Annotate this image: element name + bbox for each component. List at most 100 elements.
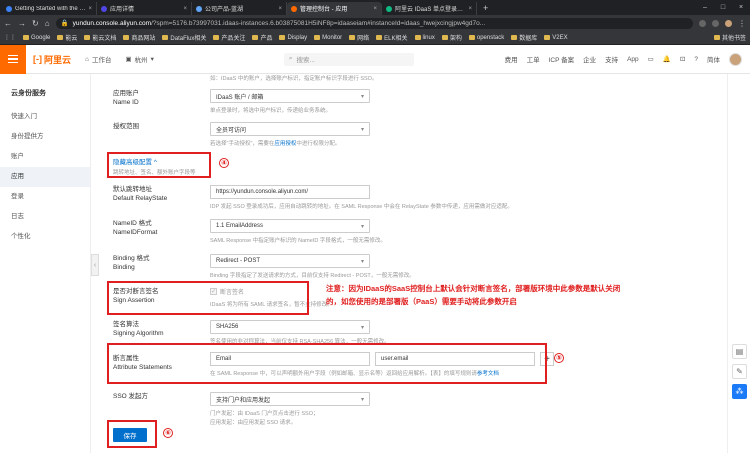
url-input[interactable]: 🔒 yundun.console.aliyun.com/?spm=5176.b7… bbox=[55, 17, 693, 29]
folder-icon bbox=[511, 35, 518, 40]
name-id-format-select[interactable]: 1.1 EmailAddress ▾ bbox=[210, 219, 370, 233]
nav-support[interactable]: 支持 bbox=[605, 54, 618, 64]
bookmark-item[interactable]: ELK相关 bbox=[376, 33, 408, 42]
close-icon[interactable]: × bbox=[373, 6, 377, 12]
browser-tab-5[interactable]: 阿里云 IDaaS 单点登录示例 - 语× bbox=[382, 2, 477, 15]
signing-algorithm-select[interactable]: SHA256 ▾ bbox=[210, 320, 370, 334]
sidebar-item-logs[interactable]: 日志 bbox=[0, 207, 90, 227]
browser-tab-strip: Getting Started with the Conso× 应用详情× 公司… bbox=[0, 0, 750, 15]
binding-select[interactable]: Redirect - POST ▾ bbox=[210, 254, 370, 268]
bookmark-item[interactable]: 能云文档 bbox=[84, 33, 116, 42]
sidebar-item-customize[interactable]: 个性化 bbox=[0, 227, 90, 247]
folder-icon bbox=[23, 35, 29, 40]
browser-tab-3[interactable]: 公司产品-蓝湖 × bbox=[192, 2, 287, 15]
sidebar-item-accounts[interactable]: 账户 bbox=[0, 147, 90, 167]
name-id-select[interactable]: IDaaS 账户 / 邮箱 ▾ bbox=[210, 89, 370, 103]
browser-tab-2[interactable]: 应用详情 × bbox=[97, 2, 192, 15]
new-tab-button[interactable]: + bbox=[477, 2, 494, 15]
relay-state-input[interactable]: https://yundun.console.aliyun.com/ bbox=[210, 185, 370, 199]
sso-initiator-select[interactable]: 支持门户和应用发起 ▾ bbox=[210, 392, 370, 406]
terminal-icon[interactable]: ▭ bbox=[648, 55, 654, 63]
chevron-left-icon: ‹ bbox=[93, 261, 97, 269]
bookmark-item[interactable]: DataFlux相关 bbox=[162, 33, 206, 42]
feedback-icon[interactable]: ▤ bbox=[732, 344, 747, 359]
close-icon[interactable]: × bbox=[183, 6, 187, 12]
bell-icon[interactable]: 🔔 bbox=[663, 55, 671, 63]
bookmark-item[interactable]: openstack bbox=[468, 35, 504, 41]
other-bookmarks[interactable]: 其他书签 bbox=[713, 33, 746, 42]
bookmark-item[interactable]: 产品 bbox=[252, 33, 272, 42]
maximize-icon[interactable]: □ bbox=[714, 4, 732, 11]
bookmark-item[interactable]: 数据库 bbox=[511, 33, 537, 42]
sidebar-collapse-handle[interactable]: ‹ bbox=[91, 254, 99, 276]
aliyun-logo[interactable]: [-] 阿里云 bbox=[33, 53, 71, 66]
minimize-icon[interactable]: – bbox=[696, 4, 714, 11]
browser-tab-1[interactable]: Getting Started with the Conso× bbox=[2, 2, 97, 15]
chat-icon[interactable]: ✎ bbox=[732, 364, 747, 379]
logo-icon: [-] bbox=[33, 54, 42, 64]
reload-icon[interactable]: ↻ bbox=[32, 19, 39, 28]
profile-icon[interactable] bbox=[725, 19, 732, 27]
sidebar-item-idp[interactable]: 身份提供方 bbox=[0, 127, 90, 147]
console-search-input[interactable]: ⌕ 搜索... bbox=[283, 52, 414, 66]
tab-favicon-icon bbox=[6, 5, 12, 12]
annotation-box-advanced bbox=[107, 152, 211, 178]
chevron-down-icon: ▾ bbox=[360, 324, 364, 331]
main-content: ‹ 如：IDaaS 中的账户，选择账户标识，指定账户标识字段进行 SSO。 应用… bbox=[91, 74, 727, 453]
close-window-icon[interactable]: × bbox=[732, 4, 750, 11]
folder-icon bbox=[544, 35, 551, 40]
app-authorization-link[interactable]: 应用授权 bbox=[274, 141, 296, 147]
bookmark-item[interactable]: 架构 bbox=[441, 33, 462, 42]
scope-row: 授权范围 全员可访问 ▾ 若选择"手动授权"，需要在应用授权中进行权限分配。 bbox=[113, 122, 370, 147]
annotation-box-sign-assertion bbox=[107, 281, 309, 315]
region-selector[interactable]: ▣ 杭州 ▾ bbox=[125, 54, 153, 64]
help-icon[interactable]: ? bbox=[694, 56, 698, 63]
folder-icon bbox=[84, 35, 91, 40]
apps-icon[interactable]: ⁂ bbox=[732, 384, 747, 399]
home-icon[interactable]: ⌂ bbox=[45, 19, 50, 28]
extension-icon[interactable] bbox=[712, 19, 719, 27]
sidebar-item-applications[interactable]: 应用 bbox=[0, 167, 90, 187]
bookmark-item[interactable]: 商品网站 bbox=[123, 33, 155, 42]
cart-icon[interactable]: ⊡ bbox=[680, 55, 685, 63]
avatar[interactable] bbox=[729, 52, 742, 66]
forward-icon[interactable]: → bbox=[18, 19, 26, 28]
bookmark-item[interactable]: linux bbox=[414, 35, 435, 41]
sidebar-title: 云身份服务 bbox=[11, 90, 46, 97]
sidebar-item-quickstart[interactable]: 快速入门 bbox=[0, 107, 90, 127]
folder-icon bbox=[441, 35, 448, 40]
sidebar-item-login[interactable]: 登录 bbox=[0, 187, 90, 207]
bookmark-item[interactable]: 网络 bbox=[349, 33, 369, 42]
bookmark-item[interactable]: Monitor bbox=[314, 35, 342, 41]
bookmark-item[interactable]: Google bbox=[23, 35, 50, 41]
folder-icon bbox=[314, 35, 321, 40]
bookmark-item[interactable]: 能云 bbox=[57, 33, 77, 42]
folder-icon bbox=[213, 35, 220, 40]
nav-icp[interactable]: ICP 备案 bbox=[549, 54, 575, 64]
nav-billing[interactable]: 费用 bbox=[505, 54, 518, 64]
folder-icon bbox=[123, 35, 130, 40]
annotation-number-4: ④ bbox=[219, 158, 229, 168]
scope-select[interactable]: 全员可访问 ▾ bbox=[210, 122, 370, 136]
nav-ticket[interactable]: 工单 bbox=[527, 54, 540, 64]
bookmark-item[interactable]: Display bbox=[279, 35, 307, 41]
folder-icon bbox=[252, 35, 259, 40]
nav-app[interactable]: App bbox=[627, 56, 639, 63]
bookmark-item[interactable]: 产品关注 bbox=[213, 33, 245, 42]
language-selector[interactable]: 简体 bbox=[707, 54, 720, 64]
workbench-button[interactable]: ⌂ 工作台 bbox=[85, 54, 111, 65]
browser-tab-4[interactable]: 管理控制台 - 应用 × bbox=[287, 2, 382, 15]
close-icon[interactable]: × bbox=[468, 6, 472, 12]
menu-icon[interactable] bbox=[0, 44, 26, 74]
extension-icon[interactable] bbox=[699, 19, 706, 27]
bookmark-item[interactable]: V2EX bbox=[544, 35, 568, 41]
window-controls: – □ × bbox=[696, 0, 750, 15]
close-icon[interactable]: × bbox=[88, 6, 92, 12]
back-icon[interactable]: ← bbox=[4, 19, 12, 28]
more-icon[interactable]: ⋮ bbox=[738, 19, 746, 28]
close-icon[interactable]: × bbox=[278, 6, 282, 12]
nav-enterprise[interactable]: 企业 bbox=[583, 54, 596, 64]
apps-grid-icon[interactable]: ⋮⋮ bbox=[4, 34, 16, 41]
folder-icon bbox=[414, 35, 421, 40]
lock-icon: 🔒 bbox=[60, 20, 69, 27]
